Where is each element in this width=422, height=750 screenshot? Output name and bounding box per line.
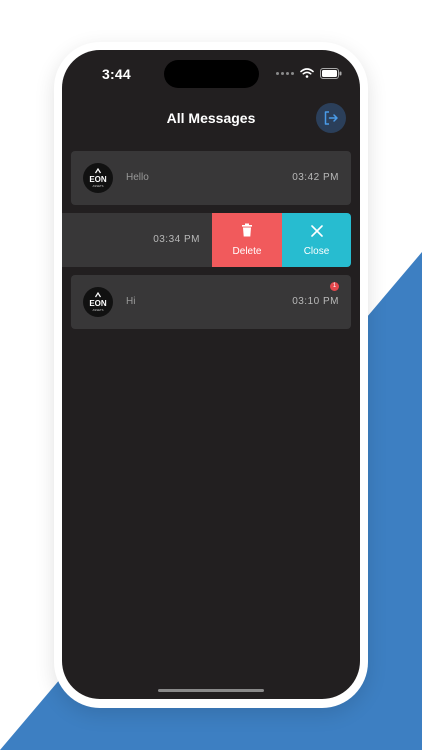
logout-button[interactable] bbox=[316, 103, 346, 133]
message-time: 03:34 PM bbox=[153, 234, 200, 245]
svg-text:EON: EON bbox=[89, 299, 107, 308]
avatar: EON ASSETS bbox=[83, 163, 113, 193]
battery-icon bbox=[320, 67, 342, 79]
delete-button[interactable]: Delete bbox=[212, 213, 282, 267]
svg-text:EON: EON bbox=[89, 175, 107, 184]
close-button[interactable]: Close bbox=[282, 213, 351, 267]
message-item-swiped[interactable]: 03:34 PM Delete Close bbox=[62, 213, 351, 267]
logout-icon bbox=[324, 111, 338, 125]
home-indicator bbox=[158, 689, 264, 692]
message-content[interactable]: 03:34 PM bbox=[62, 213, 212, 267]
message-time: 03:10 PM bbox=[292, 296, 339, 307]
delete-label: Delete bbox=[232, 246, 262, 257]
status-time: 3:44 bbox=[102, 66, 131, 82]
dynamic-island bbox=[164, 60, 259, 88]
svg-text:ASSETS: ASSETS bbox=[92, 308, 103, 312]
wifi-icon bbox=[300, 68, 314, 78]
message-item[interactable]: EON ASSETS Hi 1 03:10 PM bbox=[71, 275, 351, 329]
phone-screen: 3:44 All Messages EON ASSETS Hello 03:42… bbox=[62, 50, 360, 699]
close-label: Close bbox=[303, 246, 330, 257]
avatar: EON ASSETS bbox=[83, 287, 113, 317]
message-item[interactable]: EON ASSETS Hello 03:42 PM bbox=[71, 151, 351, 205]
signal-icon bbox=[276, 71, 294, 75]
unread-badge: 1 bbox=[330, 282, 339, 291]
message-time: 03:42 PM bbox=[292, 172, 339, 183]
message-text: Hi bbox=[126, 296, 136, 307]
status-icons bbox=[276, 67, 342, 79]
close-icon bbox=[310, 225, 323, 237]
message-text: Hello bbox=[126, 172, 149, 183]
trash-icon bbox=[242, 223, 252, 237]
svg-text:ASSETS: ASSETS bbox=[92, 184, 103, 188]
